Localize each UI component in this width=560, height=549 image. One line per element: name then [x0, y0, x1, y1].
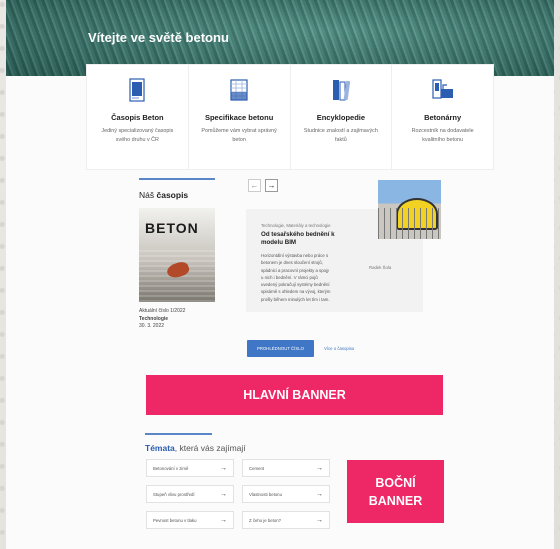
card-casopis[interactable]: Časopis Beton Jediný specializovaný časo…: [87, 65, 189, 169]
more-about-magazine-link[interactable]: Více o časopisu: [324, 346, 354, 351]
article-category: Technologie, Materiály a technologie: [261, 223, 331, 228]
magazine-issue: Aktuální číslo 1/2022: [139, 308, 186, 314]
topic-item[interactable]: Cement →: [242, 459, 330, 477]
card-text: Rozcestník na dodavatele kvalitního beto…: [411, 128, 474, 143]
topics-title-bold: Témata: [145, 443, 175, 453]
side-banner[interactable]: BOČNÍ BANNER: [347, 460, 444, 523]
card-encyklopedie[interactable]: Encyklopedie Studnice znalostí a zajímav…: [291, 65, 393, 169]
card-specifikace[interactable]: Specifikace betonu Pomůžeme vám vybrat s…: [189, 65, 291, 169]
arrow-right-icon[interactable]: →: [265, 179, 278, 192]
magazine-info: Aktuální číslo 1/2022 Technologie 30. 3.…: [139, 308, 185, 331]
magazine-heading-prefix: Náš: [139, 190, 155, 200]
topic-label: Z čeho je beton?: [249, 517, 282, 523]
topic-label: Stupeň vlivu prostředí: [153, 491, 195, 497]
topic-item[interactable]: Betonování v zimě →: [146, 459, 234, 477]
view-issue-button[interactable]: PROHLÉDNOUT ČÍSLO: [247, 340, 314, 357]
card-title: Betonárny: [424, 113, 462, 122]
card-text: Pomůžeme vám vybrat správný beton: [201, 128, 277, 143]
topics-title: Témata, která vás zajímají: [145, 443, 246, 453]
plant-icon: [392, 77, 493, 103]
magazine-icon: [87, 77, 188, 103]
card-betonarny[interactable]: Betonárny Rozcestník na dodavatele kvali…: [392, 65, 493, 169]
topic-label: Pevnost betonu v tlaku: [153, 517, 197, 523]
arrow-left-icon[interactable]: ←: [248, 179, 261, 192]
topic-item[interactable]: Z čeho je beton? →: [242, 511, 330, 529]
topic-label: Cement: [249, 465, 265, 471]
magazine-category: Technologie: [139, 315, 169, 322]
feature-cards: Časopis Beton Jediný specializovaný časo…: [86, 64, 494, 170]
scaffolding-image: [378, 208, 441, 239]
main-banner[interactable]: HLAVNÍ BANNER: [146, 375, 443, 415]
carousel-controls: ← →: [248, 179, 278, 192]
arrow-right-icon: →: [220, 464, 227, 472]
arrow-right-icon: →: [316, 464, 323, 472]
arrow-right-icon: →: [220, 490, 227, 498]
magazine-cover[interactable]: BETON: [139, 208, 215, 302]
cover-title: BETON: [145, 220, 199, 236]
article-photo: [378, 180, 441, 239]
card-text: Jediný specializovaný časopis svého druh…: [101, 128, 174, 143]
topic-label: Vlastnosti betonu: [249, 491, 282, 497]
card-text: Studnice znalostí a zajímavých faktů: [303, 128, 378, 143]
arrow-right-icon: →: [220, 516, 227, 524]
arrow-right-icon: →: [316, 490, 323, 498]
topics-divider: [145, 433, 212, 435]
magazine-buttons: PROHLÉDNOUT ČÍSLO Více o časopisu: [247, 340, 354, 357]
card-title: Specifikace betonu: [204, 113, 274, 122]
books-icon: [291, 77, 392, 103]
topics-grid: Betonování v zimě → Cement → Stupeň vlivu …: [146, 459, 330, 529]
article-title[interactable]: Od tesařského bednění k modelu BIM: [261, 231, 341, 246]
magazine-date: 30. 3. 2022: [139, 323, 165, 329]
topic-item[interactable]: Stupeň vlivu prostředí →: [146, 485, 234, 503]
page-container: Vítejte ve světě betonu Časopis Beton Je…: [6, 0, 554, 549]
topic-item[interactable]: Pevnost betonu v tlaku →: [146, 511, 234, 529]
side-banner-line2: BANNER: [368, 493, 423, 508]
magazine-heading: Náš časopis: [139, 178, 215, 200]
hero-title: Vítejte ve světě betonu: [88, 30, 229, 45]
building-icon: [189, 77, 290, 103]
card-title: Časopis Beton: [111, 113, 164, 122]
arrow-right-icon: →: [316, 516, 323, 524]
side-banner-line1: BOČNÍ: [375, 475, 416, 490]
topics-title-rest: , která vás zajímají: [174, 443, 246, 453]
article-body: Horizontální výstavba nebo práce s beton…: [261, 253, 331, 302]
article-author: Radek Šola: [369, 265, 392, 270]
topic-item[interactable]: Vlastnosti betonu →: [242, 485, 330, 503]
card-title: Encyklopedie: [316, 113, 366, 122]
topic-label: Betonování v zimě: [153, 465, 189, 471]
magazine-heading-bold: časopis: [156, 190, 189, 200]
